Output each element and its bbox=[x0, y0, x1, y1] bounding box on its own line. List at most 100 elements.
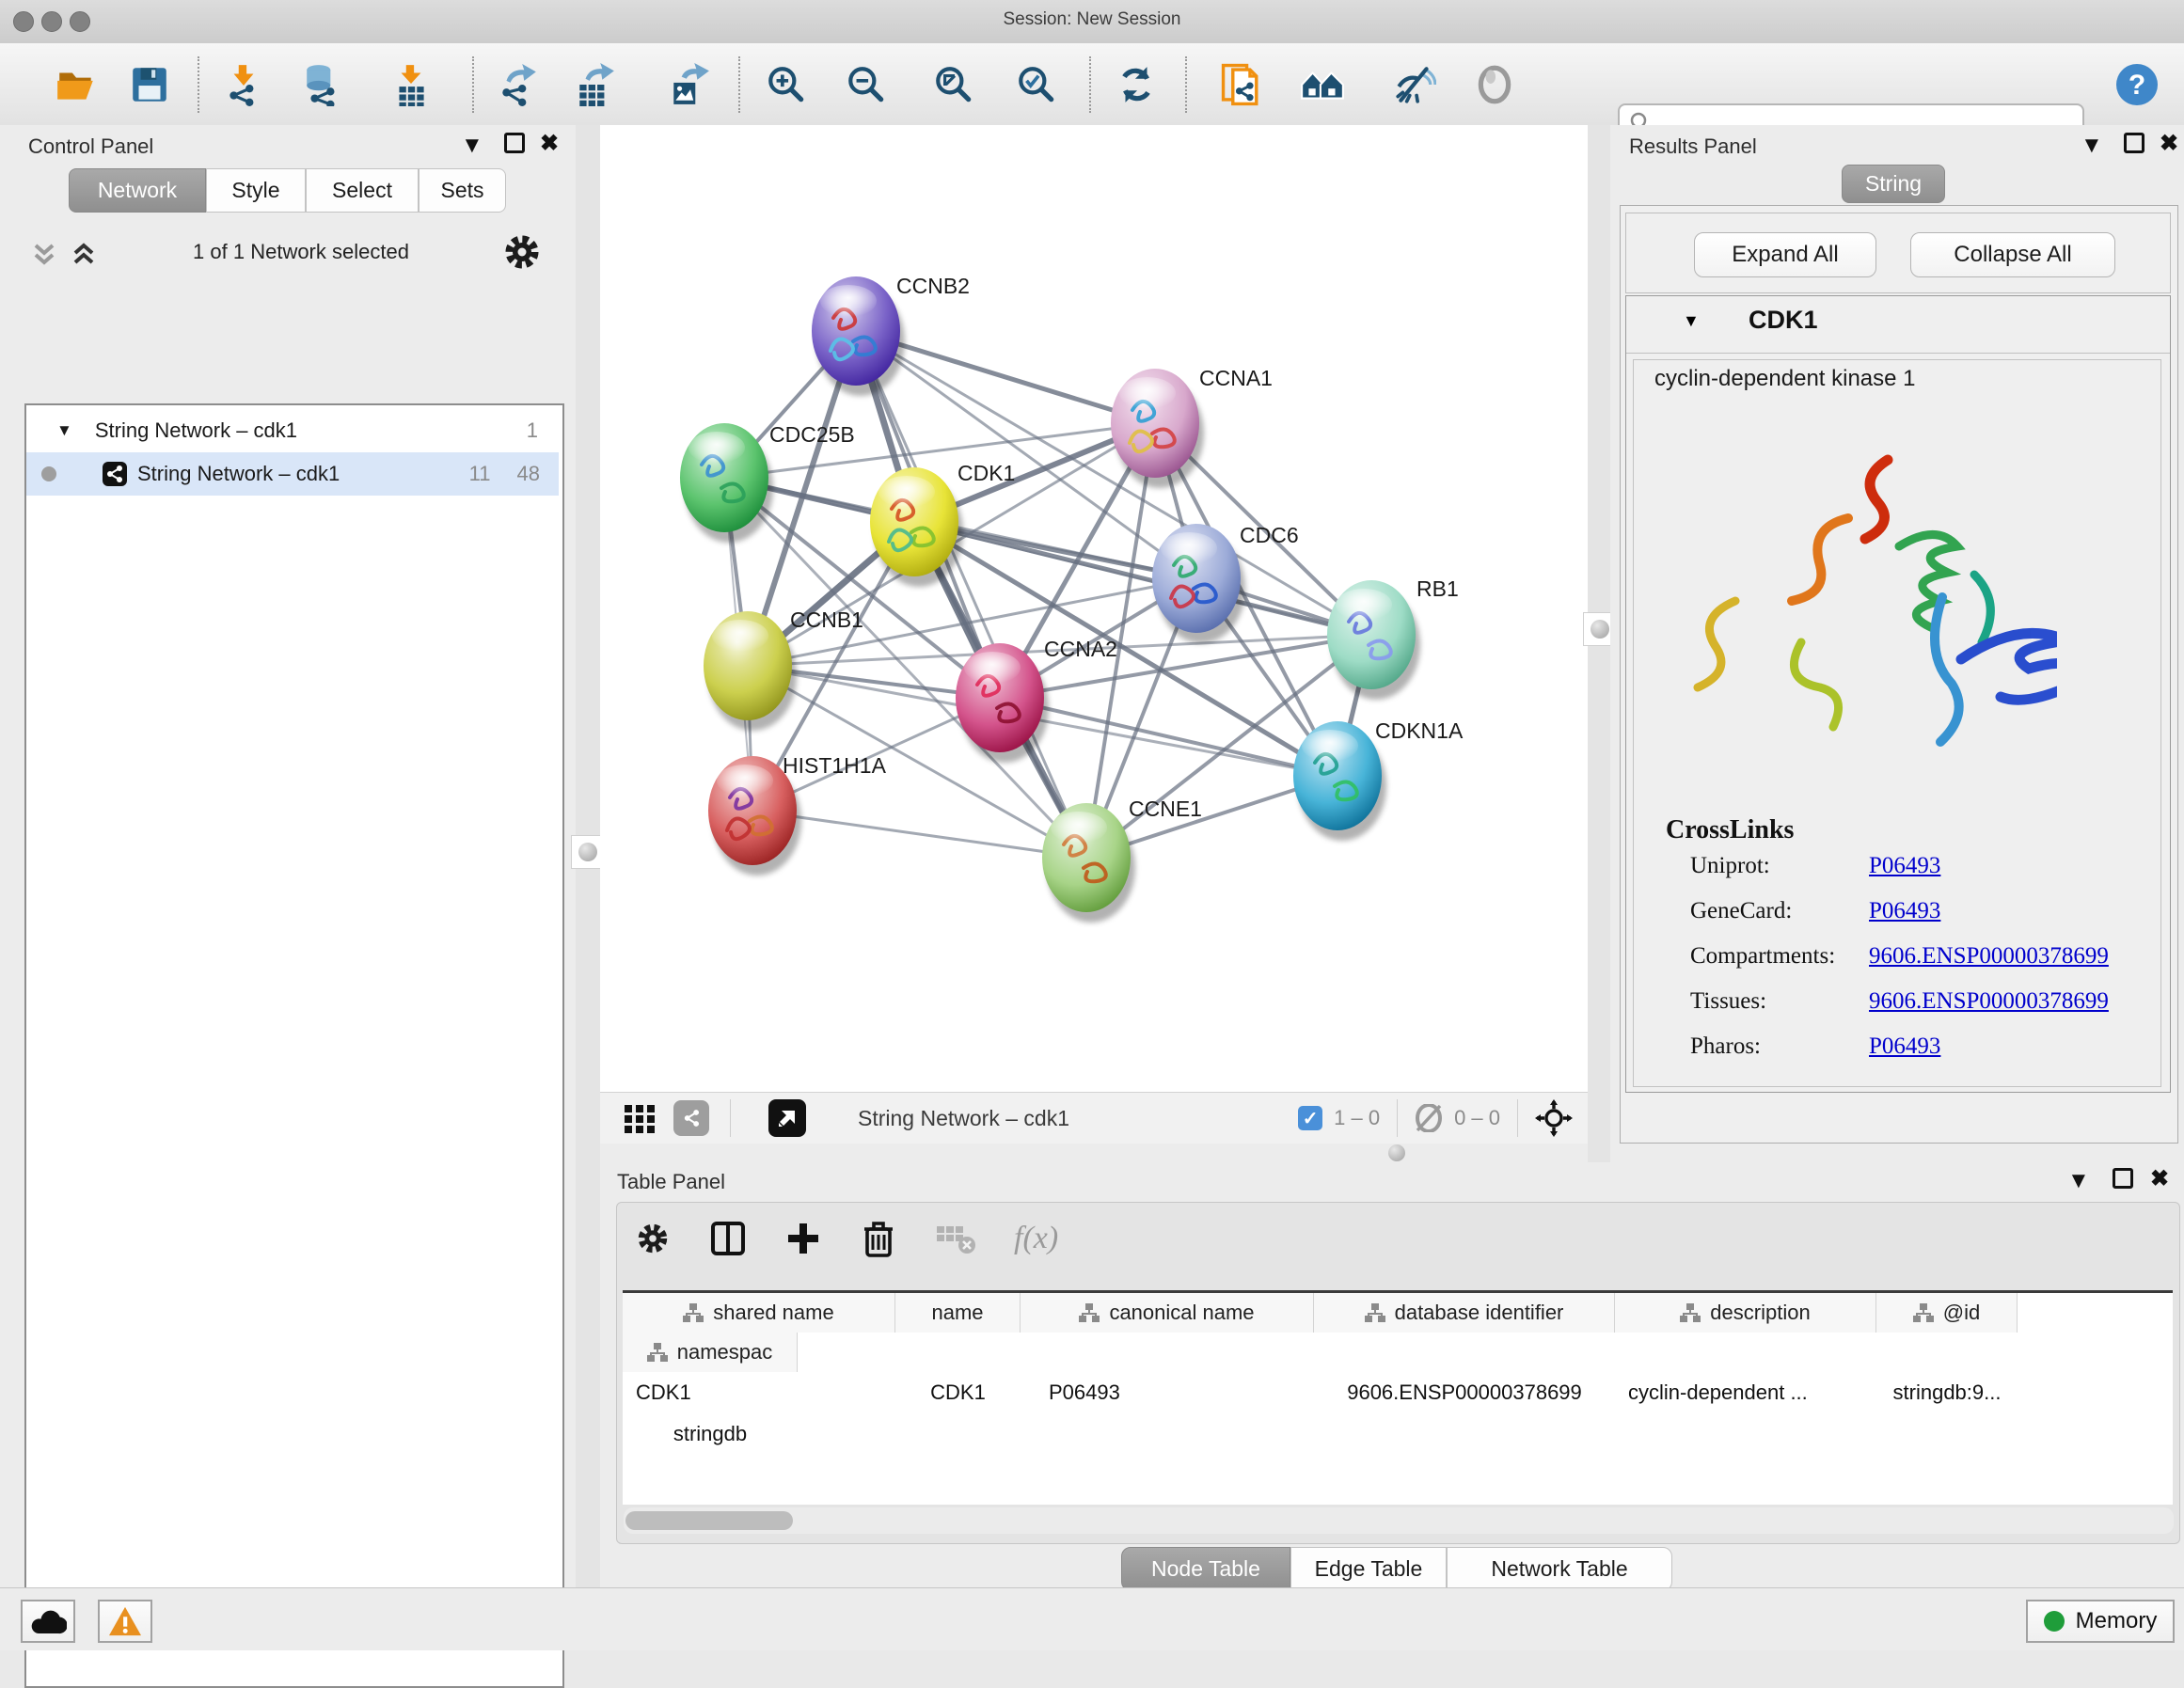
column-header-canonical-name[interactable]: canonical name bbox=[1021, 1293, 1314, 1333]
column-tree-icon bbox=[647, 1343, 668, 1362]
column-header-database-identifier[interactable]: database identifier bbox=[1314, 1293, 1615, 1333]
show-columns-icon[interactable] bbox=[709, 1220, 747, 1257]
add-column-icon[interactable] bbox=[784, 1220, 822, 1257]
network-node-CCNA1[interactable] bbox=[1111, 369, 1204, 488]
crosslink-uniprot-link[interactable]: P06493 bbox=[1869, 853, 1940, 879]
column-header-namespac[interactable]: namespac bbox=[623, 1333, 798, 1372]
refresh-view-button[interactable] bbox=[1112, 60, 1161, 109]
network-node-CDKN1A[interactable] bbox=[1293, 721, 1386, 841]
crosslink-pharos-link[interactable]: P06493 bbox=[1869, 1033, 1940, 1060]
selected-nodes-checkbox[interactable]: ✓ bbox=[1298, 1106, 1322, 1130]
table-panel-collapse-icon[interactable]: ▼ bbox=[2067, 1170, 2090, 1192]
collapse-all-button[interactable]: Collapse All bbox=[1910, 232, 2115, 277]
results-panel-collapse-icon[interactable]: ▼ bbox=[2081, 134, 2103, 157]
network-row[interactable]: String Network – cdk1 11 48 bbox=[26, 452, 559, 496]
control-panel-float-icon[interactable] bbox=[504, 133, 525, 153]
results-panel-close-icon[interactable]: ✖ bbox=[2160, 133, 2178, 155]
zoom-in-button[interactable] bbox=[762, 60, 811, 109]
birds-eye-view-button[interactable] bbox=[768, 1099, 806, 1137]
delete-column-icon[interactable] bbox=[860, 1220, 897, 1257]
network-node-CDC6[interactable] bbox=[1152, 524, 1245, 643]
tab-string[interactable]: String bbox=[1842, 165, 1945, 203]
crosslink-compartments-link[interactable]: 9606.ENSP00000378699 bbox=[1869, 943, 2109, 970]
column-header-shared-name[interactable]: shared name bbox=[623, 1293, 895, 1333]
column-header-@id[interactable]: @id bbox=[1876, 1293, 2018, 1333]
results-panel-float-icon[interactable] bbox=[2124, 133, 2144, 153]
network-node-RB1[interactable] bbox=[1327, 580, 1420, 700]
zoom-fit-button[interactable] bbox=[929, 60, 978, 109]
new-network-from-selection-icon bbox=[1219, 61, 1266, 108]
import-network-from-database-button[interactable] bbox=[299, 60, 348, 109]
collection-expand-icon[interactable]: ▼ bbox=[56, 421, 72, 440]
tab-select[interactable]: Select bbox=[306, 168, 419, 213]
network-node-CCNB1[interactable] bbox=[704, 611, 797, 731]
network-options-gear-icon[interactable] bbox=[502, 232, 542, 272]
network-node-CDK1[interactable] bbox=[870, 467, 963, 587]
left-splitter[interactable] bbox=[576, 125, 600, 1587]
first-neighbors-button[interactable] bbox=[1298, 60, 1347, 109]
table-cell-name[interactable]: CDK1 bbox=[895, 1372, 1021, 1413]
column-header-name[interactable]: name bbox=[895, 1293, 1021, 1333]
control-panel-close-icon[interactable]: ✖ bbox=[540, 133, 559, 155]
table-cell-canonical-name[interactable]: P06493 bbox=[1021, 1372, 1314, 1413]
tab-edge-table[interactable]: Edge Table bbox=[1290, 1547, 1447, 1591]
table-cell-shared-name[interactable]: CDK1 bbox=[623, 1372, 895, 1413]
network-node-CCNB2[interactable] bbox=[812, 276, 905, 396]
show-graphics-details-button[interactable] bbox=[623, 1101, 657, 1135]
expand-all-button[interactable]: Expand All bbox=[1694, 232, 1876, 277]
results-panel-title: Results Panel bbox=[1629, 134, 1757, 159]
network-canvas[interactable]: CCNB2CCNA1CDC25BCDK1CDC6RB1CCNB1CCNA2CDK… bbox=[600, 125, 1588, 1092]
crosshair-icon[interactable] bbox=[1535, 1099, 1573, 1137]
crosslink-tissues-link[interactable]: 9606.ENSP00000378699 bbox=[1869, 988, 2109, 1015]
zoom-out-button[interactable] bbox=[842, 60, 891, 109]
column-tree-icon bbox=[683, 1303, 704, 1322]
tab-network[interactable]: Network bbox=[69, 168, 206, 213]
save-session-button[interactable] bbox=[125, 60, 174, 109]
network-node-CCNA2[interactable] bbox=[956, 643, 1049, 763]
zoom-selected-button[interactable] bbox=[1012, 60, 1061, 109]
table-scrollbar-thumb[interactable] bbox=[625, 1511, 793, 1530]
control-panel-collapse-icon[interactable]: ▼ bbox=[461, 134, 483, 157]
crosslink-genecard-link[interactable]: P06493 bbox=[1869, 898, 1940, 924]
help-button[interactable]: ? bbox=[2113, 60, 2161, 109]
new-network-from-selection-button[interactable] bbox=[1218, 60, 1267, 109]
cloud-button[interactable] bbox=[21, 1600, 75, 1643]
tab-style[interactable]: Style bbox=[206, 168, 306, 213]
network-node-CCNE1[interactable] bbox=[1042, 803, 1135, 923]
collapse-all-chevron-icon[interactable] bbox=[28, 238, 60, 270]
tab-sets[interactable]: Sets bbox=[419, 168, 506, 213]
export-network-button[interactable] bbox=[494, 60, 543, 109]
table-panel-close-icon[interactable]: ✖ bbox=[2150, 1168, 2169, 1191]
edge-CCNB2-CCNE1[interactable] bbox=[856, 331, 1086, 858]
edge-CCNA2-CDKN1A[interactable] bbox=[1000, 698, 1337, 776]
table-cell-namespac[interactable]: stringdb bbox=[623, 1413, 798, 1455]
tab-network-table[interactable]: Network Table bbox=[1447, 1547, 1672, 1591]
hide-selected-button[interactable] bbox=[1390, 60, 1439, 109]
export-table-button[interactable] bbox=[571, 60, 620, 109]
warnings-button[interactable] bbox=[98, 1600, 152, 1643]
open-session-button[interactable] bbox=[52, 60, 101, 109]
string-settings-button[interactable] bbox=[673, 1100, 709, 1136]
export-image-button[interactable] bbox=[665, 60, 714, 109]
bottom-splitter-handle[interactable] bbox=[1388, 1144, 1405, 1161]
import-network-button[interactable] bbox=[219, 60, 268, 109]
table-horizontal-scrollbar[interactable] bbox=[624, 1507, 2174, 1534]
column-header-description[interactable]: description bbox=[1615, 1293, 1876, 1333]
right-splitter[interactable] bbox=[1588, 125, 1610, 1162]
table-panel-float-icon[interactable] bbox=[2113, 1168, 2133, 1189]
table-settings-gear-icon[interactable] bbox=[634, 1220, 672, 1257]
edge-HIST1H1A-CCNE1[interactable] bbox=[752, 811, 1086, 858]
table-cell-@id[interactable]: stringdb:9... bbox=[1876, 1372, 2018, 1413]
gene-expand-icon[interactable]: ▼ bbox=[1683, 311, 1700, 331]
show-all-button[interactable] bbox=[1470, 60, 1519, 109]
network-collection-row[interactable]: ▼ String Network – cdk1 1 bbox=[26, 409, 559, 452]
import-table-button[interactable] bbox=[387, 60, 435, 109]
table-cell-database-identifier[interactable]: 9606.ENSP00000378699 bbox=[1314, 1372, 1615, 1413]
memory-button[interactable]: Memory bbox=[2026, 1600, 2175, 1643]
table-tabs: Node TableEdge TableNetwork Table bbox=[1121, 1547, 1672, 1591]
bottom-splitter[interactable] bbox=[600, 1144, 1610, 1162]
expand-all-chevron-icon[interactable] bbox=[68, 238, 100, 270]
zoom-in-icon bbox=[765, 63, 808, 106]
tab-node-table[interactable]: Node Table bbox=[1121, 1547, 1290, 1591]
table-cell-description[interactable]: cyclin-dependent ... bbox=[1615, 1372, 1876, 1413]
